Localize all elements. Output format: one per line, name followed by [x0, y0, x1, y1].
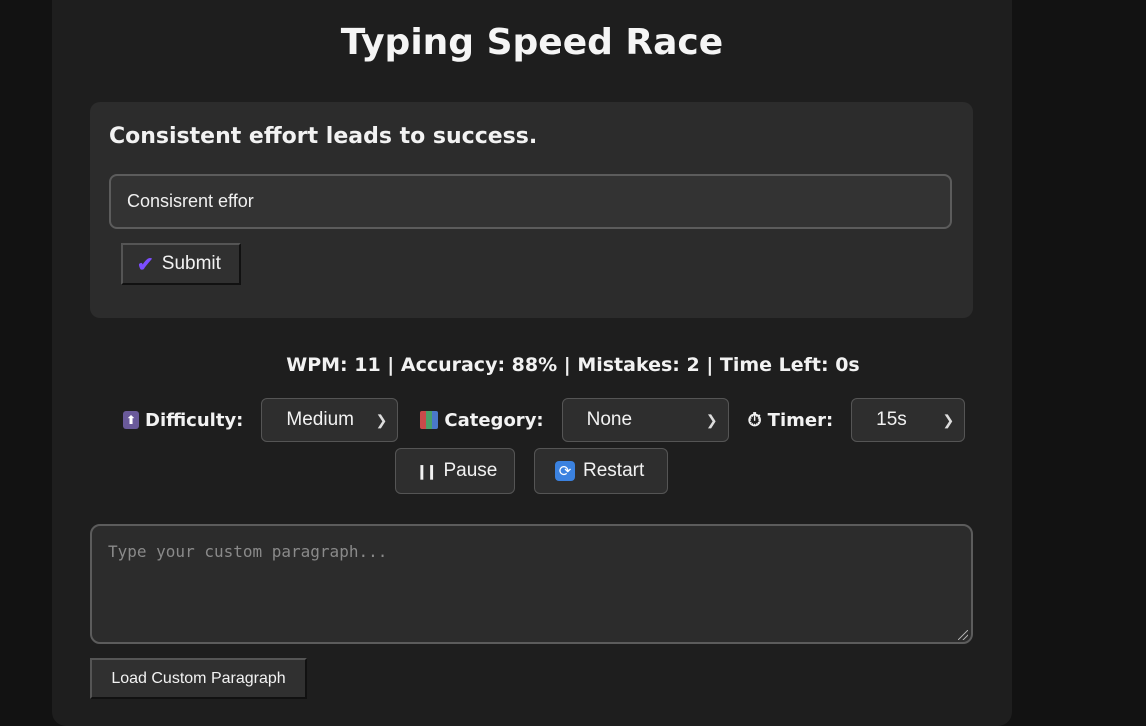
race-panel: Consistent effort leads to success. ✔ Su…	[90, 102, 973, 318]
timer-select-value: 15s	[876, 409, 907, 430]
category-select[interactable]: None ❯	[561, 398, 729, 442]
difficulty-select-value: Medium	[286, 409, 354, 430]
pause-icon: ❙❙	[416, 462, 438, 479]
restart-icon: ⟳	[555, 461, 575, 481]
page-title: Typing Speed Race	[340, 22, 724, 63]
timer-label: ⏱ Timer:	[748, 410, 834, 431]
stopwatch-icon: ⏱	[747, 409, 762, 431]
difficulty-label: ⬆ Difficulty:	[123, 410, 243, 431]
check-icon: ✔	[137, 253, 154, 276]
pause-button[interactable]: ❙❙ Pause	[395, 448, 515, 494]
load-custom-paragraph-button[interactable]: Load Custom Paragraph	[90, 658, 307, 699]
chevron-down-icon: ❯	[375, 411, 388, 428]
chevron-down-icon: ❯	[942, 411, 955, 428]
chevron-down-icon: ❯	[705, 411, 718, 428]
stats-line: WPM: 11 | Accuracy: 88% | Mistakes: 2 | …	[286, 354, 860, 376]
pause-label: Pause	[443, 460, 498, 481]
timer-select[interactable]: 15s ❯	[851, 398, 966, 442]
controls-row: ⬆ Difficulty: Medium ❯ Category: None ❯ …	[66, 398, 966, 442]
books-icon	[420, 411, 439, 429]
category-label-text: Category:	[444, 409, 544, 431]
target-sentence: Consistent effort leads to success.	[109, 124, 538, 149]
difficulty-label-text: Difficulty:	[145, 409, 244, 431]
custom-paragraph-input[interactable]	[90, 524, 973, 644]
submit-button[interactable]: ✔ Submit	[121, 243, 241, 285]
category-select-value: None	[586, 409, 633, 430]
restart-button[interactable]: ⟳ Restart	[534, 448, 668, 494]
typing-input[interactable]	[109, 174, 952, 229]
timer-label-text: Timer:	[767, 409, 834, 431]
restart-label: Restart	[583, 460, 645, 481]
up-arrow-icon: ⬆	[123, 411, 139, 429]
difficulty-select[interactable]: Medium ❯	[261, 398, 399, 442]
submit-label: Submit	[161, 253, 221, 274]
resize-grip-icon[interactable]	[958, 630, 968, 640]
category-label: Category:	[420, 409, 544, 431]
